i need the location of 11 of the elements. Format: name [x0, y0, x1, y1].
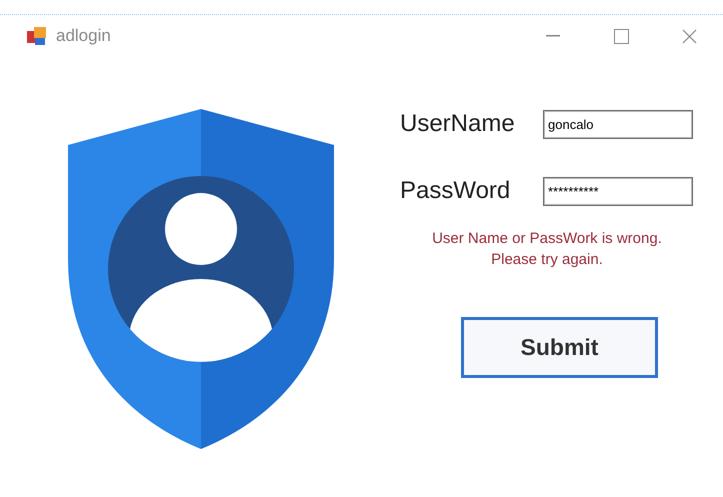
input-field[interactable]: goncalo: [543, 110, 693, 138]
minimize-icon: [546, 35, 560, 37]
field-label: PassWord: [400, 177, 512, 205]
app-icon: [26, 25, 48, 47]
field-label: UserName: [400, 110, 516, 138]
input-field[interactable]: **********: [543, 176, 693, 206]
error-message: User Name or PassWork is wrong. Please try again.: [431, 229, 663, 270]
submit-button[interactable]: Submit: [461, 317, 658, 378]
close-icon: [682, 28, 696, 44]
maximize-icon: [614, 28, 628, 44]
window-title: adlogin: [56, 26, 112, 46]
